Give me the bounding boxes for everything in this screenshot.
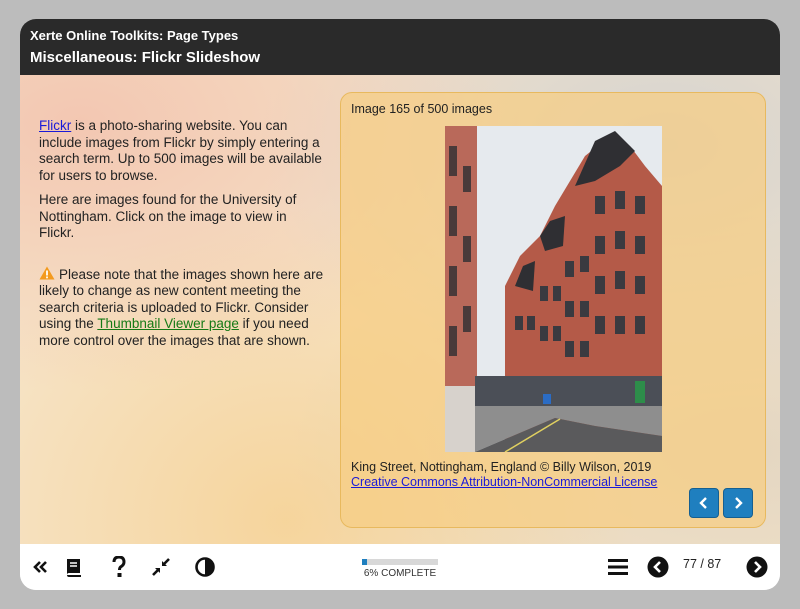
previous-page-icon[interactable]	[646, 556, 670, 578]
contrast-icon[interactable]	[194, 556, 216, 578]
course-title: Xerte Online Toolkits: Page Types	[30, 28, 239, 43]
flickr-link[interactable]: Flickr	[39, 118, 71, 133]
progress-label: 6% COMPLETE	[363, 568, 437, 579]
warning-icon	[39, 266, 55, 279]
text-column: Flickr is a photo-sharing website. You c…	[39, 118, 324, 357]
app-window: Xerte Online Toolkits: Page Types Miscel…	[20, 19, 780, 590]
warning-note: Please note that the images shown here a…	[39, 266, 324, 350]
page-title: Miscellaneous: Flickr Slideshow	[30, 49, 261, 66]
minimize-icon[interactable]	[149, 556, 173, 578]
slideshow-image[interactable]	[445, 126, 662, 452]
image-counter: Image 165 of 500 images	[351, 102, 493, 116]
caption-text: King Street, Nottingham, England © Billy…	[351, 460, 652, 474]
slideshow-panel: Image 165 of 500 images King Street, Not…	[340, 92, 766, 528]
page-content: Flickr is a photo-sharing website. You c…	[20, 75, 780, 544]
chevron-left-icon	[699, 497, 707, 509]
header-bar: Xerte Online Toolkits: Page Types Miscel…	[20, 19, 780, 75]
footer-toolbar: 6% COMPLETE 77 / 87	[20, 544, 780, 590]
page-indicator: 77 / 87	[683, 557, 722, 571]
thumbnail-viewer-link[interactable]: Thumbnail Viewer page	[97, 316, 239, 331]
next-page-icon[interactable]	[745, 556, 769, 578]
next-image-button[interactable]	[723, 488, 753, 518]
progress-bar	[362, 559, 438, 565]
chevron-right-icon	[735, 497, 743, 509]
menu-icon[interactable]	[606, 556, 630, 578]
description-paragraph: Here are images found for the University…	[39, 192, 297, 240]
previous-image-button[interactable]	[689, 488, 719, 518]
intro-paragraph: Flickr is a photo-sharing website. You c…	[39, 118, 324, 184]
double-chevron-left-icon[interactable]	[30, 556, 50, 578]
glossary-book-icon[interactable]	[62, 556, 86, 578]
progress-fill	[362, 559, 367, 565]
license-link[interactable]: Creative Commons Attribution-NonCommerci…	[351, 475, 657, 489]
help-icon[interactable]	[108, 556, 130, 578]
intro-text: is a photo-sharing website. You can incl…	[39, 118, 322, 183]
street-photo-illustration	[445, 126, 662, 452]
image-caption: King Street, Nottingham, England © Billy…	[351, 460, 657, 490]
